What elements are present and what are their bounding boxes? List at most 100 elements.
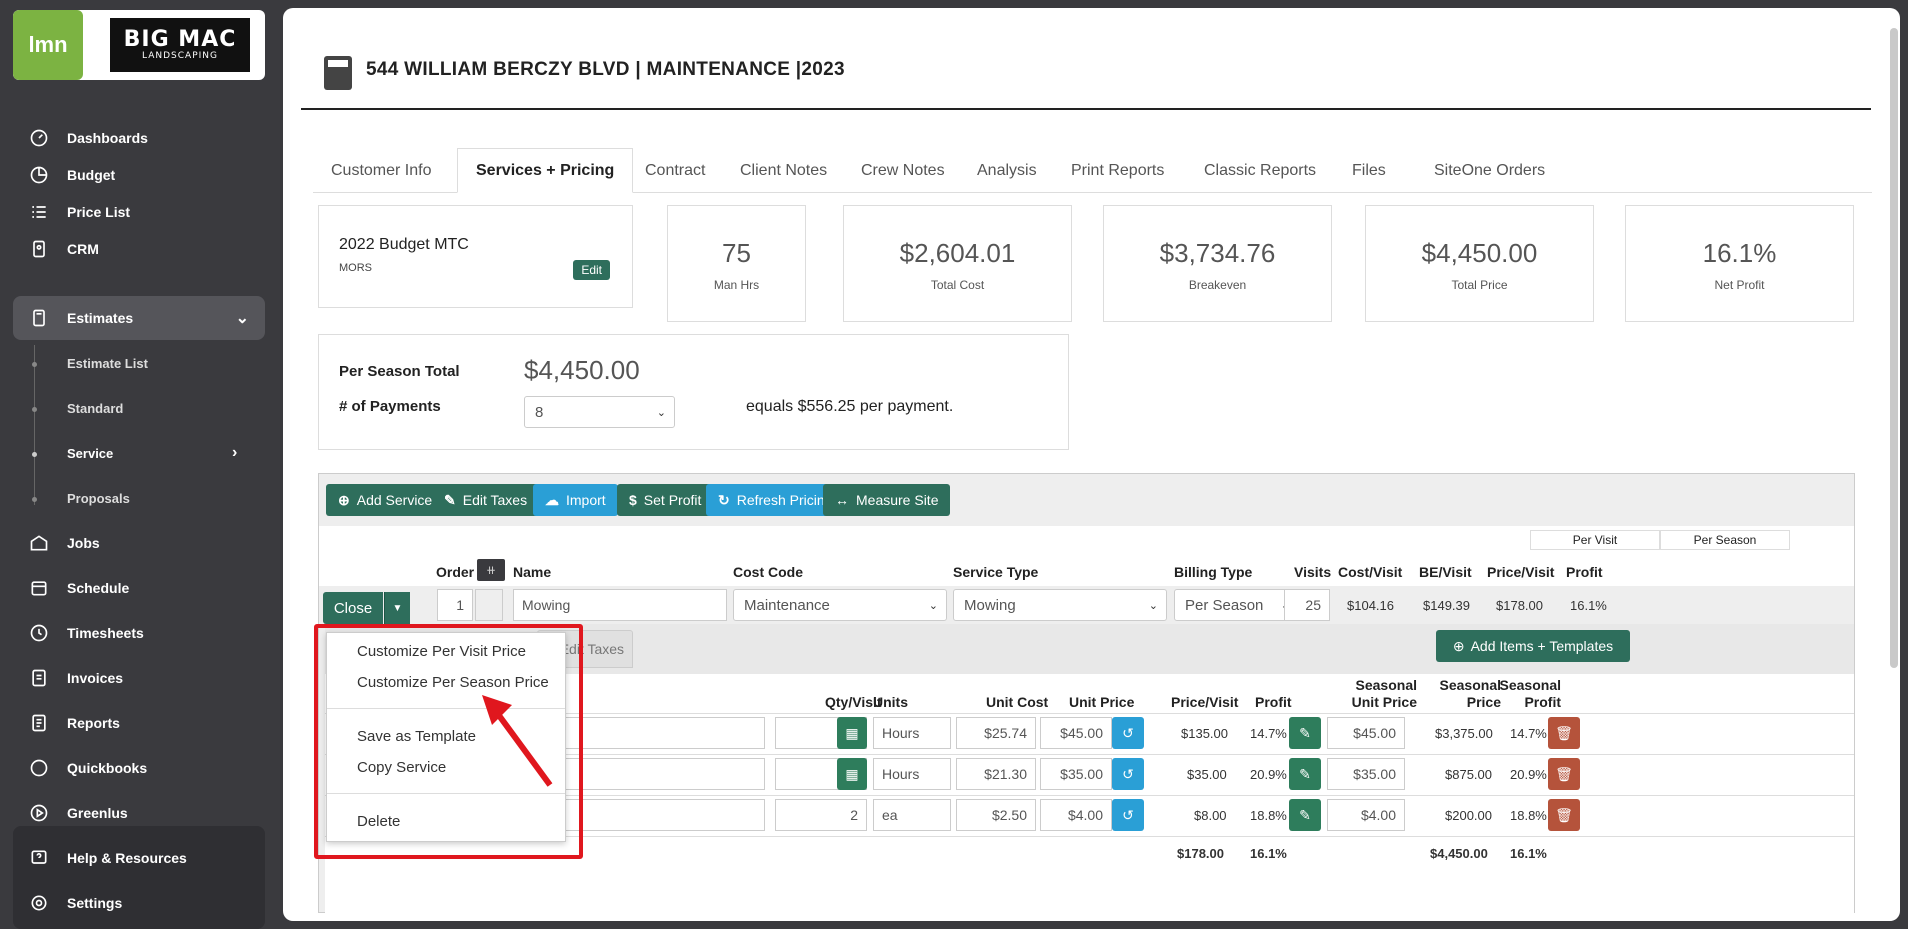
help-icon (27, 846, 51, 870)
row-actions-dropdown-toggle[interactable]: ▼ (384, 592, 410, 624)
submenu-line (34, 345, 35, 505)
button-label: Add Service (356, 492, 433, 508)
button-label: Set Profit (643, 492, 702, 508)
calculator-icon[interactable]: ▦ (837, 758, 867, 790)
seasonal-unit-price-input[interactable]: $4.00 (1327, 799, 1405, 831)
order-input[interactable]: 1 (437, 589, 473, 621)
sidebar-subitem-estimate-list[interactable]: Estimate List (67, 356, 148, 371)
select-value: Maintenance (744, 596, 830, 614)
unit-cost-input[interactable]: $25.74 (956, 717, 1036, 749)
service-type-select[interactable]: Mowing ⌄ (953, 589, 1167, 621)
measure-site-button[interactable]: ↔ Measure Site (823, 484, 951, 516)
pencil-icon[interactable]: ✎ (1289, 758, 1321, 790)
price-visit-value: $135.00 (1181, 726, 1228, 741)
tab-services-pricing[interactable]: Services + Pricing (457, 148, 634, 193)
tab-customer-info[interactable]: Customer Info (313, 148, 449, 193)
sidebar-item-settings[interactable]: Settings (13, 881, 265, 925)
pie-chart-icon (27, 163, 51, 187)
visits-input[interactable]: 25 (1284, 589, 1330, 621)
report-icon (27, 711, 51, 735)
seasonal-profit-value: 18.8% (1510, 808, 1547, 823)
tab-crew-notes[interactable]: Crew Notes (843, 148, 963, 193)
add-items-templates-button[interactable]: ⊕ Add Items + Templates (1436, 630, 1630, 662)
units-input[interactable]: ea (873, 799, 951, 831)
sidebar-item-help[interactable]: Help & Resources (13, 836, 265, 880)
logo-area: lmn BIG MAC LANDSCAPING (13, 10, 265, 80)
per-season-toggle[interactable]: Per Season (1660, 530, 1790, 550)
billing-type-select[interactable]: Per Season⌄ (1174, 589, 1299, 621)
vertical-scrollbar[interactable] (1890, 28, 1898, 668)
sidebar-subitem-standard[interactable]: Standard (67, 401, 123, 416)
row-checkbox[interactable] (475, 589, 503, 621)
trash-icon[interactable]: 🗑 (1548, 717, 1580, 749)
close-button[interactable]: Close (323, 592, 383, 624)
stat-value: $4,450.00 (1421, 238, 1538, 268)
col-unit-price: Unit Price (1069, 694, 1135, 710)
seasonal-profit-value: 20.9% (1510, 767, 1547, 782)
payment-summary: equals $556.25 per payment. (746, 398, 954, 415)
tab-files[interactable]: Files (1334, 148, 1404, 193)
pencil-icon[interactable]: ✎ (1289, 717, 1321, 749)
button-label: Import (566, 492, 606, 508)
contact-icon (27, 237, 51, 261)
sidebar-item-estimates[interactable]: Estimates ⌄ (13, 296, 265, 340)
add-service-button[interactable]: ⊕ Add Service (326, 484, 445, 516)
company-logo: BIG MAC LANDSCAPING (110, 18, 250, 72)
unit-price-input[interactable]: $45.00 (1040, 717, 1112, 749)
tab-print-reports[interactable]: Print Reports (1053, 148, 1182, 193)
tab-analysis[interactable]: Analysis (959, 148, 1055, 193)
col-unit-cost: Unit Cost (986, 694, 1049, 710)
col-seasonal-profit: Seasonal Profit (1491, 677, 1561, 711)
sidebar-item-reports[interactable]: Reports (13, 701, 265, 745)
sidebar-subitem-proposals[interactable]: Proposals (67, 491, 130, 506)
seasonal-unit-price-input[interactable]: $35.00 (1327, 758, 1405, 790)
unit-cost-input[interactable]: $21.30 (956, 758, 1036, 790)
set-profit-button[interactable]: $ Set Profit (617, 484, 714, 516)
units-input[interactable]: Hours (873, 717, 951, 749)
pencil-icon[interactable]: ✎ (1289, 799, 1321, 831)
budget-card: 2022 Budget MTC MORS Edit (318, 205, 633, 308)
tab-siteone-orders[interactable]: SiteOne Orders (1416, 148, 1563, 193)
sidebar-item-quickbooks[interactable]: Quickbooks (13, 746, 265, 790)
edit-icon: ✎ (444, 491, 456, 508)
payments-select[interactable]: 8 ⌄ (524, 396, 675, 428)
unit-price-input[interactable]: $35.00 (1040, 758, 1112, 790)
import-button[interactable]: ☁ Import (533, 484, 618, 516)
sidebar-subitem-service[interactable]: Service (67, 446, 113, 461)
trash-icon[interactable]: 🗑 (1548, 758, 1580, 790)
stat-total-cost: $2,604.01 Total Cost (843, 205, 1072, 322)
trash-icon[interactable]: 🗑 (1548, 799, 1580, 831)
sidebar-item-jobs[interactable]: Jobs (13, 521, 265, 565)
hide-icon[interactable]: ⧺ (477, 559, 505, 581)
cloud-download-icon: ☁ (545, 491, 559, 508)
calculator-icon[interactable]: ▦ (837, 717, 867, 749)
seasonal-unit-price-input[interactable]: $45.00 (1327, 717, 1405, 749)
sidebar-item-schedule[interactable]: Schedule (13, 566, 265, 610)
undo-icon[interactable]: ↺ (1112, 758, 1144, 790)
cost-code-select[interactable]: Maintenance ⌄ (733, 589, 947, 621)
per-visit-toggle[interactable]: Per Visit (1530, 530, 1660, 550)
header-line: Profit (1524, 694, 1561, 710)
sidebar-item-timesheets[interactable]: Timesheets (13, 611, 265, 655)
sidebar-item-invoices[interactable]: Invoices (13, 656, 265, 700)
tab-classic-reports[interactable]: Classic Reports (1186, 148, 1334, 193)
stat-net-profit: 16.1% Net Profit (1625, 205, 1854, 322)
unit-price-input[interactable]: $4.00 (1040, 799, 1112, 831)
col-units: Units (873, 694, 908, 710)
undo-icon[interactable]: ↺ (1112, 799, 1144, 831)
qty-input[interactable]: 2 (775, 799, 867, 831)
jobs-icon (27, 531, 51, 555)
tab-client-notes[interactable]: Client Notes (722, 148, 845, 193)
sidebar-item-label: Price List (67, 204, 131, 220)
seasonal-price-value: $3,375.00 (1435, 726, 1493, 741)
sidebar-item-crm[interactable]: CRM (13, 227, 265, 271)
lmn-logo[interactable]: lmn (13, 10, 83, 80)
units-input[interactable]: Hours (873, 758, 951, 790)
unit-cost-input[interactable]: $2.50 (956, 799, 1036, 831)
undo-icon[interactable]: ↺ (1112, 717, 1144, 749)
tab-contract[interactable]: Contract (627, 148, 723, 193)
refresh-icon: ↻ (718, 491, 730, 508)
edit-taxes-button[interactable]: ✎ Edit Taxes (432, 484, 540, 516)
service-name-input[interactable]: Mowing (513, 589, 727, 621)
edit-budget-button[interactable]: Edit (573, 260, 610, 280)
